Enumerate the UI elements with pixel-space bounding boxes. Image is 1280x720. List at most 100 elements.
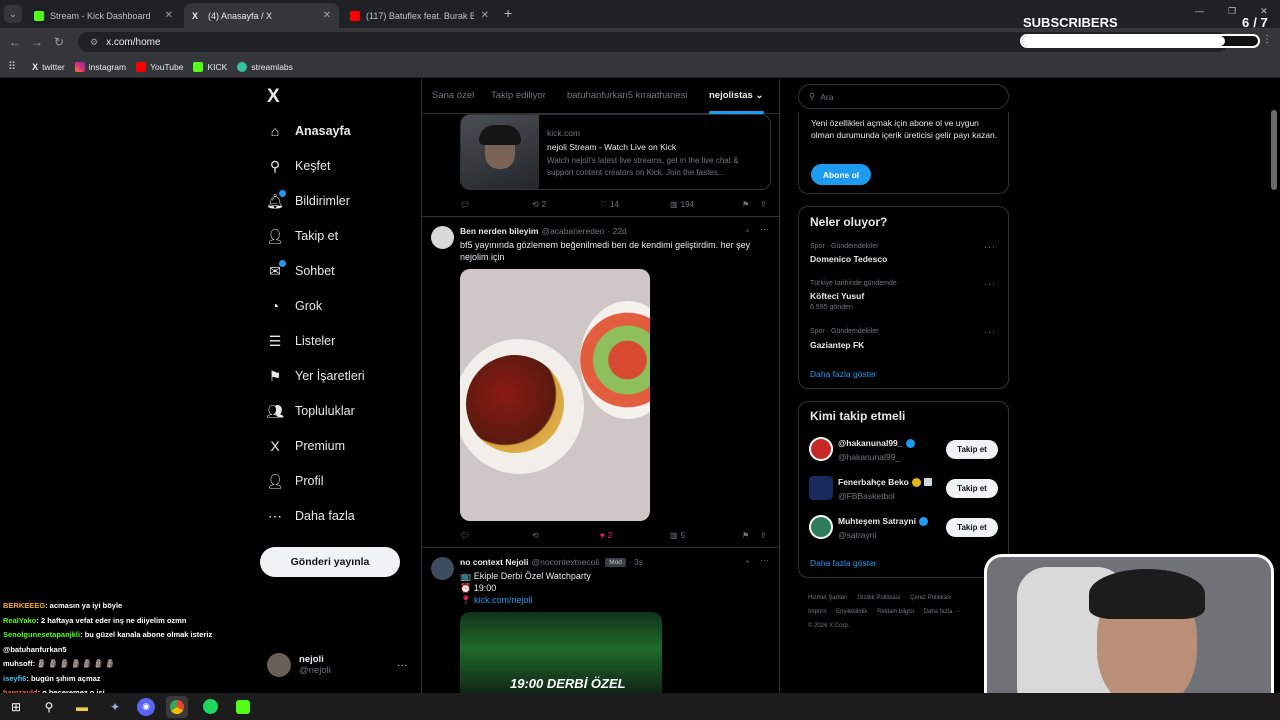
tab-close-icon[interactable]: ✕ <box>165 10 173 21</box>
bookmark-youtube[interactable]: YouTube <box>136 61 183 72</box>
file-explorer-icon[interactable]: ▬ <box>71 696 93 718</box>
post-avatar[interactable] <box>431 226 454 249</box>
repost-button[interactable]: ⟲ 2 <box>532 200 546 209</box>
post-button[interactable]: Gönderi yayınla <box>260 547 400 577</box>
follow-button[interactable]: Takip et <box>946 479 998 498</box>
post-time[interactable]: · 22d <box>607 226 626 236</box>
post-image-derby[interactable]: 19:00 DERBİ ÖZEL <box>460 612 662 693</box>
footer-link[interactable]: Daha fazla ··· <box>924 609 960 615</box>
sidebar-item-x-premium[interactable]: X Premium <box>267 438 345 454</box>
follow-button[interactable]: Takip et <box>946 440 998 459</box>
reload-icon[interactable]: ↻ <box>48 35 70 49</box>
discord-icon[interactable]: ◉ <box>137 697 155 716</box>
who-to-follow-show-more[interactable]: Daha fazla göster <box>810 558 877 568</box>
feed-tabs: Sana özel Takip ediliyor batuhanfurkan5 … <box>422 79 779 114</box>
author-handle[interactable]: @nocontextnecoli <box>531 557 599 567</box>
sidebar-item-profile[interactable]: 👤︎ Profil <box>266 473 323 489</box>
windows-icon[interactable]: ⊞ <box>5 696 27 718</box>
sidebar-item-follow[interactable]: 👤︎ Takip et <box>266 228 339 244</box>
browser-tab-youtube[interactable]: (117) Batuflex feat. Burak Balka ✕ <box>342 3 497 28</box>
tab-takip-ediliyor[interactable]: Takip ediliyor <box>491 90 546 101</box>
new-tab-button[interactable]: + <box>504 5 512 21</box>
sidebar-item-label: Takip et <box>295 229 339 243</box>
post-link[interactable]: kick.com/nejoli <box>474 594 533 606</box>
sidebar-item-bell[interactable]: 🔔︎ Bildirimler <box>266 190 350 209</box>
grok-icon[interactable]: ◔ <box>744 226 749 236</box>
tab-close-icon[interactable]: ✕ <box>323 10 331 21</box>
heart-filled-icon: ♥ <box>600 531 605 540</box>
footer-link[interactable]: Reklam bilgisi <box>877 609 914 615</box>
views-button[interactable]: ▥ 5 <box>670 531 685 540</box>
author-handle[interactable]: @acabaneredeo <box>541 226 604 236</box>
subscribe-button[interactable]: Abone ol <box>811 164 871 185</box>
footer-link[interactable]: Gizlilik Politikası <box>857 595 900 601</box>
app-icon[interactable]: ✦ <box>104 696 126 718</box>
sidebar-item-search[interactable]: ⚲ Keşfet <box>267 158 331 174</box>
reply-icon[interactable]: 💬︎ <box>460 531 470 540</box>
sidebar-item-more-circle[interactable]: ⋯ Daha fazla <box>267 508 355 524</box>
bookmark-icon: ⚑ <box>268 367 282 384</box>
tab-kiraathanesi[interactable]: batuhanfurkan5 kıraathanesi <box>567 90 687 101</box>
sidebar-item-list[interactable]: ☰ Listeler <box>267 333 336 349</box>
bookmark-icon[interactable]: ⚑ <box>742 200 749 209</box>
spotify-icon[interactable] <box>199 696 221 718</box>
post-time[interactable]: · 3s <box>629 557 643 567</box>
bookmark-icon[interactable]: ⚑ <box>742 531 749 540</box>
account-switcher[interactable]: nejoli @nejoli <box>267 653 331 677</box>
sidebar-item-home[interactable]: ⌂ Anasayfa <box>267 123 351 139</box>
trend-more-icon[interactable]: ··· <box>984 279 996 289</box>
link-card[interactable]: kick.com nejoli Stream - Watch Live on K… <box>460 114 771 190</box>
search-icon[interactable]: ⚲ <box>38 696 60 718</box>
apps-grid-icon[interactable]: ⠿ <box>8 60 16 73</box>
kick-icon[interactable] <box>232 696 254 718</box>
who-to-follow-panel: Kimi takip etmeli @hakanunal99_ @hakanun… <box>798 401 1009 578</box>
account-more-icon[interactable]: ··· <box>397 660 407 671</box>
sidebar-item-communities[interactable]: 👥︎ Topluluklar <box>266 402 355 419</box>
bookmark-twitter[interactable]: Xtwitter <box>32 62 65 72</box>
like-button[interactable]: ♥ 2 <box>600 531 612 540</box>
tab-search-button[interactable]: ⌄ <box>4 5 22 23</box>
x-logo[interactable]: X <box>267 86 280 108</box>
post-avatar[interactable] <box>431 557 454 580</box>
x-favicon-icon: X <box>192 10 199 21</box>
footer-link[interactable]: Çerez Politikası <box>910 595 952 601</box>
views-button[interactable]: ▥ 194 <box>670 200 694 209</box>
repost-icon[interactable]: ⟲ <box>532 531 539 540</box>
follow-button[interactable]: Takip et <box>946 518 998 537</box>
site-info-icon[interactable]: ⚙ <box>90 37 98 48</box>
chrome-icon[interactable] <box>166 695 188 718</box>
browser-tab-x[interactable]: X (4) Anasayfa / X ✕ <box>184 3 339 28</box>
back-icon[interactable]: ← <box>4 35 26 49</box>
bookmark-instagram[interactable]: instagram <box>74 61 126 72</box>
sidebar-item-bookmark[interactable]: ⚑ Yer İşaretleri <box>267 368 365 384</box>
forward-icon[interactable]: → <box>26 35 48 49</box>
like-button[interactable]: ♡ 14 <box>600 200 619 209</box>
sidebar-item-chat[interactable]: ✉ Sohbet <box>267 260 335 279</box>
trend-more-icon[interactable]: ··· <box>984 327 996 337</box>
trend-more-icon[interactable]: ··· <box>984 242 996 252</box>
sidebar-item-grok[interactable]: ◔ Grok <box>267 298 322 314</box>
bookmark-streamlabs[interactable]: streamlabs <box>237 61 293 72</box>
browser-tab-kick[interactable]: Stream - Kick Dashboard ✕ <box>26 3 181 28</box>
footer-link[interactable]: Erişilebilirlik <box>836 609 867 615</box>
page-scrollbar[interactable] <box>1271 110 1277 190</box>
more-vert-icon[interactable]: ⋮ <box>1262 34 1272 45</box>
author-name[interactable]: Ben nerden bileyim <box>460 226 538 236</box>
share-icon[interactable]: ⇪ <box>760 531 767 540</box>
post-more-icon[interactable]: ··· <box>760 555 769 565</box>
reply-icon[interactable]: 💬︎ <box>460 200 470 209</box>
communities-icon: 👥︎ <box>266 402 284 419</box>
post-more-icon[interactable]: ··· <box>760 224 769 234</box>
footer-link[interactable]: Hizmet Şartları <box>808 595 848 601</box>
author-name[interactable]: no context Nejoli <box>460 557 528 567</box>
trends-show-more[interactable]: Daha fazla göster <box>810 369 877 379</box>
tab-sana-ozel[interactable]: Sana özel <box>432 90 474 101</box>
grok-icon[interactable]: ◔ <box>744 557 749 567</box>
post-image-food[interactable] <box>460 269 650 521</box>
tab-close-icon[interactable]: ✕ <box>481 10 489 21</box>
tab-nejolistas[interactable]: nejolistas ⌄ <box>709 90 763 101</box>
bookmark-kick[interactable]: KICK <box>193 61 227 72</box>
search-input[interactable]: ⚲ Ara <box>798 84 1009 109</box>
footer-link[interactable]: Imprint <box>808 609 826 615</box>
share-icon[interactable]: ⇪ <box>760 200 767 209</box>
